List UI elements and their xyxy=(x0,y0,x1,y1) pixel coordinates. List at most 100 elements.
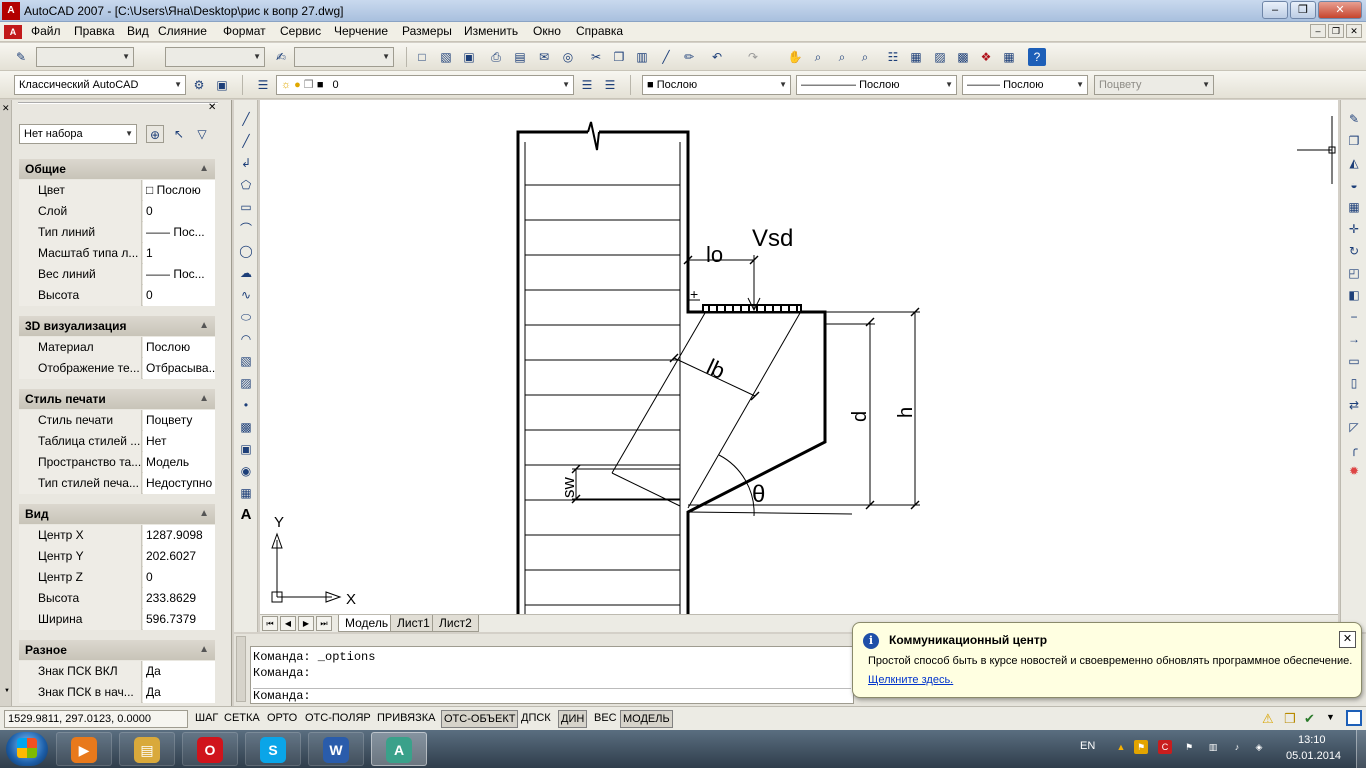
scale-icon[interactable]: ◰ xyxy=(1345,264,1363,282)
property-row[interactable]: Цвет □ Послою xyxy=(19,180,215,201)
undo-icon[interactable]: ↶ xyxy=(708,48,726,66)
mtext-icon[interactable]: A xyxy=(237,506,255,524)
document-icon[interactable]: A xyxy=(4,25,22,39)
arc-icon[interactable]: ⌒ xyxy=(237,220,255,238)
ellipse-icon[interactable]: ⬭ xyxy=(237,308,255,326)
menu-view[interactable]: Вид xyxy=(127,24,149,38)
start-button[interactable] xyxy=(6,732,48,766)
drawing-canvas[interactable]: lo Vsd + lb d h sw θ X Y xyxy=(260,100,1338,614)
insert-block-icon[interactable]: ▧ xyxy=(237,352,255,370)
linetype-combo[interactable]: ————— Послою ▼ xyxy=(796,75,957,95)
cut-icon[interactable]: ✂ xyxy=(587,48,605,66)
property-row[interactable]: Масштаб типа л... 1 xyxy=(19,243,215,264)
property-row[interactable]: Пространство та... Модель xyxy=(19,452,215,473)
ducs-button[interactable]: ДПСК xyxy=(519,710,553,728)
property-row[interactable]: Вес линий —— Пос... xyxy=(19,264,215,285)
properties-icon[interactable]: ☷ xyxy=(884,48,902,66)
property-value[interactable]: 0 xyxy=(143,285,215,306)
property-row[interactable]: Высота 233.8629 xyxy=(19,588,215,609)
help-icon[interactable]: ? xyxy=(1028,48,1046,66)
zoom-realtime-icon[interactable]: ⌕ xyxy=(809,48,827,66)
property-value[interactable]: Поцвету xyxy=(143,410,215,431)
status-menu-icon[interactable]: ▼ xyxy=(1326,712,1335,722)
zoom-window-icon[interactable]: ⌕ xyxy=(833,48,851,66)
minimize-button[interactable]: – xyxy=(1262,1,1288,19)
property-section-header[interactable]: Стиль печати ▲ xyxy=(19,389,215,409)
property-row[interactable]: Высота 0 xyxy=(19,285,215,306)
table-style-icon[interactable]: ✍ xyxy=(272,48,290,66)
preview-icon[interactable]: ▤ xyxy=(511,48,529,66)
zoom-previous-icon[interactable]: ⌕ xyxy=(856,48,874,66)
antivirus-icon[interactable]: ◈ xyxy=(1252,740,1266,754)
clean-screen-icon[interactable] xyxy=(1346,710,1362,726)
network-icon[interactable]: ▥ xyxy=(1206,740,1220,754)
select-objects-icon[interactable]: ↖ xyxy=(170,125,188,143)
tray-arrow-icon[interactable]: ▲ xyxy=(1114,740,1128,754)
line-icon[interactable]: ╱ xyxy=(237,110,255,128)
tab-last-icon[interactable]: ⏭ xyxy=(316,616,332,631)
palette-title-strip[interactable] xyxy=(0,100,12,706)
explode-icon[interactable]: ✹ xyxy=(1345,462,1363,480)
collapse-chevron-icon[interactable]: ▲ xyxy=(199,640,209,660)
collapse-chevron-icon[interactable]: ▲ xyxy=(199,316,209,336)
property-value[interactable]: —— Пос... xyxy=(143,264,215,285)
tab-sheet2[interactable]: Лист2 xyxy=(432,615,479,632)
status-tray-icon[interactable]: ✔ xyxy=(1304,711,1320,727)
property-row[interactable]: Центр X 1287.9098 xyxy=(19,525,215,546)
menu-help[interactable]: Справка xyxy=(576,24,623,38)
region-icon[interactable]: ◉ xyxy=(237,462,255,480)
property-value[interactable]: 1 xyxy=(143,243,215,264)
menu-tools[interactable]: Сервис xyxy=(280,24,321,38)
hatch-icon[interactable]: ▩ xyxy=(237,418,255,436)
text-style-combo[interactable]: ▼ xyxy=(36,47,134,67)
property-row[interactable]: Тип стилей печа... Недоступно xyxy=(19,473,215,494)
property-row[interactable]: Таблица стилей ... Нет xyxy=(19,431,215,452)
rotate-icon[interactable]: ↻ xyxy=(1345,242,1363,260)
polyline-icon[interactable]: ↲ xyxy=(237,154,255,172)
property-row[interactable]: Центр Z0 xyxy=(19,567,215,588)
copy-icon[interactable]: ❐ xyxy=(610,48,628,66)
property-value[interactable]: 0 xyxy=(143,201,215,222)
property-row[interactable]: Центр Y 202.6027 xyxy=(19,546,215,567)
command-grip[interactable] xyxy=(236,636,246,702)
property-section-header[interactable]: 3D визуализация ▲ xyxy=(19,316,215,336)
taskbar-app-explorer[interactable]: ▤ xyxy=(119,732,175,766)
property-value[interactable]: Модель xyxy=(143,452,215,473)
offset-icon[interactable]: ◒ xyxy=(1345,176,1363,194)
trim-icon[interactable]: − xyxy=(1345,308,1363,326)
circle-icon[interactable]: ◯ xyxy=(237,242,255,260)
clock-date[interactable]: 05.01.2014 xyxy=(1286,750,1341,762)
mdi-restore-button[interactable]: ❐ xyxy=(1328,24,1344,38)
fillet-icon[interactable]: ╭ xyxy=(1345,440,1363,458)
quick-select-icon[interactable]: ▽ xyxy=(193,125,211,143)
layer-combo[interactable]: ☼ ● ❒ ■ 0 ▼ xyxy=(276,75,574,95)
property-value[interactable]: —— Пос... xyxy=(143,222,215,243)
property-value[interactable]: Отбрасыва... xyxy=(143,358,215,379)
property-value[interactable]: 1287.9098 xyxy=(143,525,215,546)
property-row[interactable]: Стиль печати Поцвету xyxy=(19,410,215,431)
construction-line-icon[interactable]: ╱ xyxy=(237,132,255,150)
ortho-button[interactable]: ОРТО xyxy=(265,710,299,728)
layer-previous-icon[interactable]: ☰ xyxy=(578,76,596,94)
property-row[interactable]: Слой 0 xyxy=(19,201,215,222)
grid-button[interactable]: СЕТКА xyxy=(222,710,262,728)
warning-icon[interactable]: ⚠ xyxy=(1262,711,1278,727)
rectangle-icon[interactable]: ▭ xyxy=(237,198,255,216)
palette-close-button[interactable]: ✕ xyxy=(208,102,216,113)
balloon-link[interactable]: Щелкните здесь. xyxy=(868,674,953,686)
menu-merge[interactable]: Слияние xyxy=(158,24,207,38)
menu-draw[interactable]: Черчение xyxy=(334,24,388,38)
table-style-combo[interactable]: ▼ xyxy=(294,47,394,67)
stretch-icon[interactable]: ◧ xyxy=(1345,286,1363,304)
paste-icon[interactable]: ▥ xyxy=(633,48,651,66)
property-value[interactable]: Послою xyxy=(143,337,215,358)
property-row[interactable]: Знак ПСК ВКЛ Да xyxy=(19,661,215,682)
selection-combo[interactable]: Нет набора ▼ xyxy=(19,124,137,144)
break-icon[interactable]: ▯ xyxy=(1345,374,1363,392)
command-history[interactable]: Команда: _options Команда: Команда: xyxy=(250,646,854,704)
property-value[interactable]: □ Послою xyxy=(143,180,215,201)
collapse-chevron-icon[interactable]: ▲ xyxy=(199,389,209,409)
workspace-combo[interactable]: Классический AutoCAD ▼ xyxy=(14,75,186,95)
mdi-close-button[interactable]: ✕ xyxy=(1346,24,1362,38)
menu-dimension[interactable]: Размеры xyxy=(402,24,452,38)
